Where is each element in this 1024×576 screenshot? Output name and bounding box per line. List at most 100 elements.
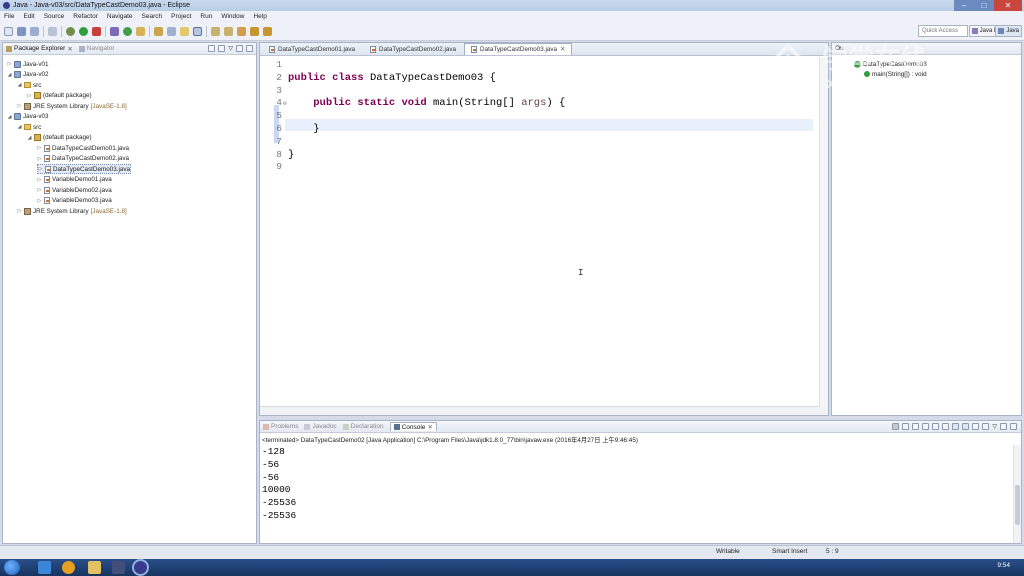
horizontal-scrollbar[interactable] [260,406,828,415]
expand-arrow-icon[interactable]: ▷ [37,177,42,183]
block-selection-icon[interactable] [193,26,202,36]
expand-arrow-icon[interactable]: ▷ [27,93,32,99]
last-edit-icon[interactable] [237,26,246,36]
tree-item[interactable]: ▷ DataTypeCastDemo03.java [37,164,132,174]
menu-search[interactable]: Search [142,13,163,20]
collapse-all-icon[interactable] [208,45,216,52]
tree-item[interactable]: ◢ src [17,80,42,90]
view-menu-icon[interactable]: ▽ [992,423,997,430]
code-editor[interactable]: 1 2 public class DataTypeCastDemo03 {3 4 pu… [260,56,828,400]
tab-declaration[interactable]: Declaration [342,423,384,430]
terminate-icon[interactable] [892,423,900,430]
next-annotation-icon[interactable] [211,26,220,36]
menu-file[interactable]: File [4,13,14,20]
expand-arrow-icon[interactable]: ▷ [38,166,43,172]
remove-launch-icon[interactable] [902,423,910,430]
clear-console-icon[interactable] [922,423,930,430]
run-external-icon[interactable] [92,26,101,36]
menu-run[interactable]: Run [200,13,212,20]
run-icon[interactable] [79,26,88,36]
fold-icon[interactable]: ⊖ [283,100,287,107]
tree-item[interactable]: ▷ (default package) [27,91,92,101]
start-button-icon[interactable] [4,560,20,575]
explorer-icon[interactable] [88,561,101,574]
tree-item[interactable]: ▷ JRE System Library [JavaSE-1.8] [17,206,127,216]
tree-item[interactable]: ◢ Java-v03 [7,112,49,122]
tree-item[interactable]: ▷ JRE System Library [JavaSE-1.8] [17,101,127,111]
new-package-icon[interactable] [136,26,145,36]
close-icon[interactable]: ✕ [427,423,432,431]
collapse-arrow-icon[interactable]: ◢ [7,72,12,78]
close-icon[interactable]: ✕ [67,45,72,53]
menu-help[interactable]: Help [253,13,266,20]
menu-edit[interactable]: Edit [23,13,34,20]
tab-problems[interactable]: Problems [263,423,298,430]
console-scroll-thumb[interactable] [1015,485,1020,525]
tree-item[interactable]: ▷ DataTypeCastDemo01.java [37,143,129,153]
remove-all-icon[interactable] [912,423,920,430]
menu-window[interactable]: Window [221,13,244,20]
maximize-view-icon[interactable] [1010,423,1017,430]
tab-console[interactable]: Console ✕ [389,422,437,431]
back-icon[interactable] [250,26,259,36]
console-scrollbar[interactable] [1013,445,1021,543]
tree-item[interactable]: ◢ Java-v02 [7,70,49,80]
collapse-arrow-icon[interactable]: ◢ [7,114,12,120]
editor-tab-datatypecastdemo02[interactable]: DataTypeCastDemo02.java [363,43,463,55]
tree-item[interactable]: ▷ VariableDemo03.java [37,196,112,206]
search-icon[interactable] [167,26,176,36]
tree-item[interactable]: ▷ VariableDemo02.java [37,185,112,195]
maximize-button[interactable]: □ [974,0,994,11]
toggle-mark-icon[interactable] [180,26,189,36]
expand-arrow-icon[interactable]: ▷ [37,198,42,204]
view-menu-icon[interactable]: ▽ [228,45,233,52]
menu-project[interactable]: Project [171,13,191,20]
tab-package-explorer[interactable]: Package Explorer ✕ [6,45,73,53]
show-on-output-icon[interactable] [952,423,960,430]
tree-item[interactable]: ▷ Java-v01 [7,59,49,69]
expand-arrow-icon[interactable]: ▷ [17,208,22,214]
maximize-view-icon[interactable] [246,45,253,52]
collapse-arrow-icon[interactable]: ◢ [17,124,22,130]
scroll-lock-icon[interactable] [932,423,940,430]
pin-console-icon[interactable] [962,423,970,430]
menu-navigate[interactable]: Navigate [107,13,133,20]
minimize-button[interactable]: – [954,0,974,11]
display-console-icon[interactable] [972,423,980,430]
tab-navigator[interactable]: Navigator [78,45,115,52]
open-console-icon[interactable] [982,423,990,430]
cut-icon[interactable] [48,26,57,36]
tab-javadoc[interactable]: Javadoc [304,423,337,430]
quick-access-input[interactable]: Quick Access [918,25,968,37]
tree-item[interactable]: ▷ VariableDemo01.java [37,175,112,185]
expand-arrow-icon[interactable]: ▷ [17,103,22,109]
media-icon[interactable] [112,561,125,574]
debug-icon[interactable] [66,26,75,36]
editor-tab-datatypecastdemo03[interactable]: DataTypeCastDemo03.java ✕ [464,43,573,55]
link-editor-icon[interactable] [218,45,226,52]
save-icon[interactable] [17,26,26,36]
close-button[interactable]: ✕ [994,0,1022,11]
ie-icon[interactable] [38,561,51,574]
editor-tab-datatypecastdemo01[interactable]: DataTypeCastDemo01.java [262,43,362,55]
expand-arrow-icon[interactable]: ▷ [37,156,42,162]
tree-item[interactable]: ▷ DataTypeCastDemo02.java [37,154,129,164]
close-icon[interactable]: ✕ [560,46,565,53]
new-java-project-icon[interactable] [110,26,119,36]
menu-source[interactable]: Source [44,13,65,20]
firefox-icon[interactable] [62,561,75,574]
menu-refactor[interactable]: Refactor [73,13,98,20]
eclipse-taskbar-icon[interactable] [132,559,149,576]
console-output[interactable]: -128 -56 -56 10000 -25536 -25536 [260,444,1021,523]
collapse-arrow-icon[interactable]: ◢ [27,135,32,141]
prev-annotation-icon[interactable] [224,26,233,36]
tree-item[interactable]: ◢ (default package) [27,133,92,143]
save-all-icon[interactable] [30,26,39,36]
forward-icon[interactable] [263,26,272,36]
tree-item[interactable]: ◢ src [17,122,42,132]
overview-ruler[interactable] [819,57,828,407]
expand-arrow-icon[interactable]: ▷ [7,61,12,67]
perspective-java[interactable]: Java [995,25,1022,37]
minimize-view-icon[interactable] [1000,423,1007,430]
open-type-icon[interactable] [154,26,163,36]
